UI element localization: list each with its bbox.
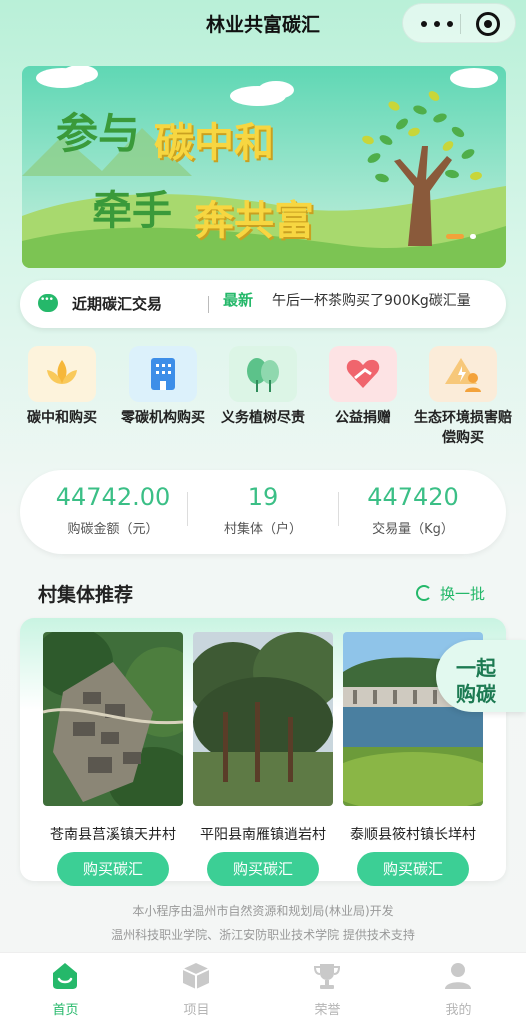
indicator-active <box>446 234 464 239</box>
stat-villages: 19 村集体（户） <box>188 482 338 537</box>
tab-bar: 首页 项目 荣誉 我的 <box>0 952 526 1024</box>
latest-badge: 最新 <box>223 291 254 309</box>
stat-volume: 447420 交易量（Kg） <box>338 482 488 537</box>
buy-carbon-button[interactable]: 购买碳汇 <box>207 852 319 886</box>
buy-carbon-button[interactable]: 购买碳汇 <box>57 852 169 886</box>
category-label: 义务植树尽责 <box>221 410 305 426</box>
home-icon <box>50 961 80 991</box>
banner-text-2a: 牵手 <box>92 187 172 234</box>
category-label: 生态环境损害赔偿购买 <box>414 410 512 446</box>
trophy-icon <box>312 961 342 991</box>
nav-bar: 林业共富碳汇 <box>0 0 526 50</box>
stat-label: 村集体（户） <box>223 522 302 537</box>
wheat-icon <box>28 346 96 402</box>
refresh-icon <box>416 585 432 601</box>
trees-icon <box>229 346 297 402</box>
recent-trade-notice[interactable]: 近期碳汇交易 最新 午后一杯茶购买了900Kg碳汇量 <box>20 280 506 328</box>
chat-icon <box>38 294 58 312</box>
tab-label: 首页 <box>52 1003 79 1018</box>
banner-text-2b: 奔共富 <box>194 197 314 244</box>
support-note: 温州科技职业学院、浙江安防职业技术学院 提供技术支持 <box>111 928 415 942</box>
notice-text: 午后一杯茶购买了900Kg碳汇量 <box>272 293 471 309</box>
indicator-dot[interactable] <box>470 234 476 239</box>
stat-value: 447420 <box>367 483 459 511</box>
category-label: 零碳机构购买 <box>121 410 205 426</box>
banner-carousel[interactable]: 参与 碳中和 牵手 奔共富 <box>22 66 506 268</box>
stat-value: 19 <box>247 483 279 511</box>
stat-amount: 44742.00 购碳金额（元） <box>38 482 188 537</box>
developer-note: 本小程序由温州市自然资源和规划局(林业局)开发 <box>132 904 394 918</box>
notice-label: 近期碳汇交易 <box>72 295 163 313</box>
heart-hand-icon <box>329 346 397 402</box>
buy-carbon-button[interactable]: 购买碳汇 <box>357 852 469 886</box>
more-icon[interactable] <box>417 10 457 36</box>
buy-together-button[interactable]: 一起 购碳 <box>436 640 526 712</box>
stat-label: 购碳金额（元） <box>67 522 159 537</box>
stat-value: 44742.00 <box>55 483 171 511</box>
warning-person-icon <box>429 346 497 402</box>
village-photo[interactable] <box>193 632 333 806</box>
refresh-button[interactable]: 换一批 <box>416 583 485 604</box>
banner-text-1a: 参与 <box>56 109 141 158</box>
box-icon <box>181 961 211 991</box>
together-line1: 一起 <box>456 656 496 680</box>
close-target-icon[interactable] <box>476 12 500 36</box>
capsule-divider <box>460 14 461 34</box>
tab-label: 荣誉 <box>314 1003 341 1018</box>
mini-program-capsule <box>402 3 516 43</box>
tab-label: 我的 <box>445 1003 472 1018</box>
stat-label: 交易量（Kg） <box>372 522 454 537</box>
village-name: 平阳县南雁镇逍岩村 <box>200 827 326 843</box>
stats-panel: 44742.00 购碳金额（元） 19 村集体（户） 447420 交易量（Kg… <box>20 470 506 554</box>
user-icon <box>443 961 473 991</box>
notice-divider <box>208 296 209 313</box>
refresh-label: 换一批 <box>440 585 486 603</box>
together-line2: 购碳 <box>456 682 496 706</box>
village-photo[interactable] <box>43 632 183 806</box>
banner-text-1b: 碳中和 <box>154 119 274 166</box>
section-title: 村集体推荐 <box>38 584 134 606</box>
category-label: 公益捐赠 <box>335 410 391 426</box>
tab-label: 项目 <box>183 1003 210 1018</box>
village-name: 泰顺县筱村镇长垟村 <box>350 827 476 843</box>
village-recommend-panel: 苍南县莒溪镇天井村 购买碳汇 平阳县南雁镇逍岩村 购买碳汇 泰顺县筱村镇长垟村 … <box>20 618 506 886</box>
building-icon <box>129 346 197 402</box>
village-name: 苍南县莒溪镇天井村 <box>50 827 176 843</box>
category-label: 碳中和购买 <box>27 410 97 426</box>
